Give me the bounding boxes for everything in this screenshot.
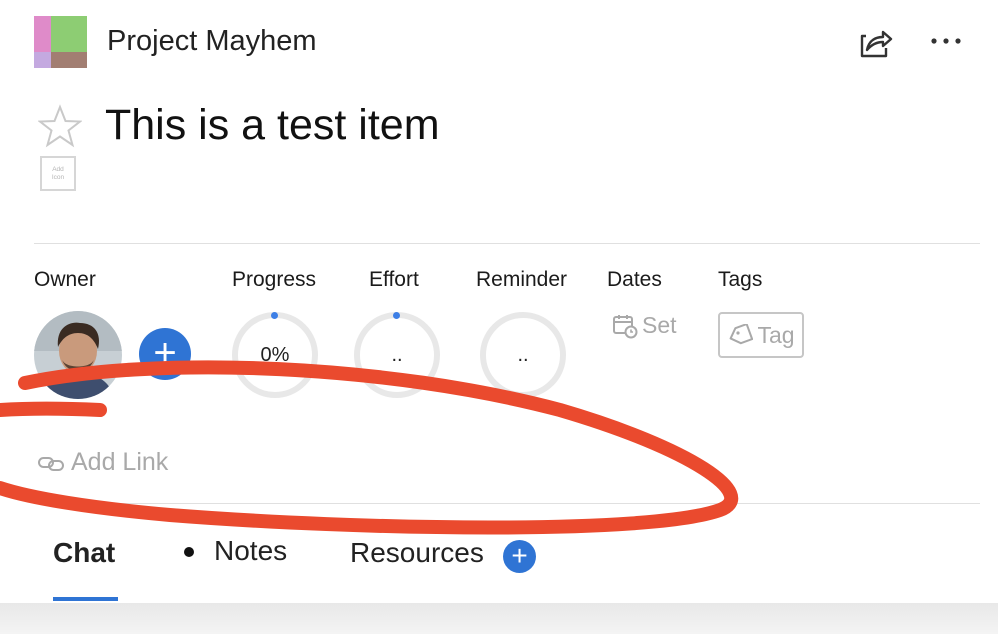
progress-value: 0% bbox=[260, 343, 290, 366]
add-tab-button[interactable]: + bbox=[503, 540, 536, 573]
link-icon bbox=[38, 456, 64, 471]
notes-indicator-dot bbox=[184, 547, 194, 557]
owner-avatar[interactable] bbox=[34, 311, 122, 399]
add-icon-button[interactable]: Add Icon bbox=[40, 156, 76, 191]
project-logo bbox=[34, 16, 87, 68]
dates-label: Dates bbox=[607, 268, 662, 291]
item-title[interactable]: This is a test item bbox=[105, 101, 440, 150]
progress-label: Progress bbox=[232, 268, 317, 291]
tag-label: Tag bbox=[757, 321, 795, 348]
owner-label: Owner bbox=[34, 268, 96, 291]
add-icon-label: Add Icon bbox=[51, 165, 65, 181]
tags-label: Tags bbox=[718, 268, 763, 291]
reminder-value: .. bbox=[517, 343, 529, 366]
reminder-ring[interactable]: .. bbox=[480, 312, 566, 398]
more-options-button[interactable] bbox=[928, 28, 964, 54]
divider bbox=[34, 243, 980, 244]
effort-label: Effort bbox=[369, 268, 419, 291]
add-link-button[interactable]: Add Link bbox=[37, 448, 168, 477]
share-icon bbox=[860, 30, 893, 58]
tab-resources[interactable]: Resources bbox=[350, 537, 484, 569]
add-link-label: Add Link bbox=[71, 448, 169, 476]
add-owner-button[interactable]: + bbox=[139, 328, 191, 380]
ring-indicator bbox=[393, 312, 400, 319]
effort-value: .. bbox=[391, 343, 403, 366]
tab-notes[interactable]: Notes bbox=[214, 535, 287, 567]
tab-chat[interactable]: Chat bbox=[53, 537, 115, 569]
bottom-bar bbox=[0, 603, 998, 634]
project-title: Project Mayhem bbox=[107, 25, 317, 57]
effort-ring[interactable]: .. bbox=[354, 312, 440, 398]
calendar-icon bbox=[613, 314, 638, 338]
dates-value: Set bbox=[642, 312, 677, 338]
tag-button[interactable]: Tag bbox=[718, 312, 804, 358]
dates-set-button[interactable]: Set bbox=[612, 312, 677, 339]
progress-ring[interactable]: 0% bbox=[232, 312, 318, 398]
share-button[interactable] bbox=[857, 24, 893, 60]
reminder-label: Reminder bbox=[476, 268, 568, 291]
annotation-scribble bbox=[0, 360, 739, 535]
tab-active-indicator bbox=[53, 597, 118, 601]
tag-icon bbox=[730, 324, 754, 345]
favorite-star-icon[interactable] bbox=[37, 104, 83, 148]
divider bbox=[34, 503, 980, 504]
plus-icon: + bbox=[153, 331, 177, 375]
plus-icon: + bbox=[511, 540, 528, 571]
more-icon bbox=[931, 38, 961, 44]
ring-indicator bbox=[271, 312, 278, 319]
